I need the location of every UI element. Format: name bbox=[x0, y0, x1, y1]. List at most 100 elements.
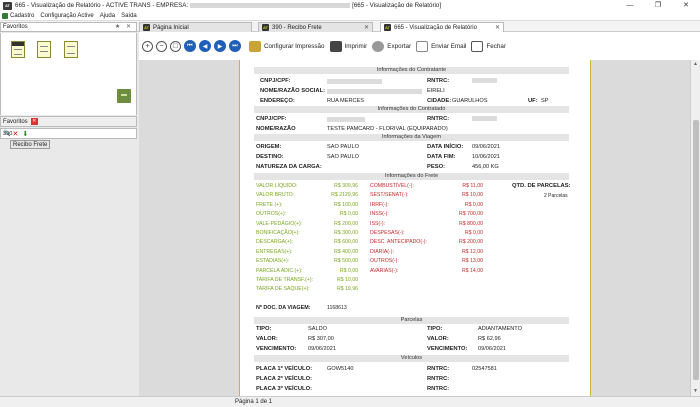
frete-debit-label: DESPESAS(-): bbox=[370, 230, 405, 236]
previous-page-icon[interactable]: ◀ bbox=[199, 40, 211, 52]
tab-label: 390 - Recibo Frete bbox=[272, 24, 322, 31]
viagem-destino-label: DESTINO: bbox=[256, 154, 284, 160]
first-page-icon[interactable]: ⏮ bbox=[184, 40, 196, 52]
viagem-natureza-label: NATUREZA DA CARGA: bbox=[256, 164, 322, 170]
menu-search: 🔍 390 ✕ ⬇ bbox=[0, 128, 137, 139]
zoom-in-icon[interactable]: + bbox=[142, 40, 153, 52]
close-report-button[interactable]: Fechar bbox=[471, 40, 506, 52]
config-print-button[interactable]: Configurar Impressão bbox=[249, 40, 325, 52]
title-bar: AT 665 - Visualização de Relatório - ACT… bbox=[0, 0, 700, 11]
print-label: Imprimir bbox=[344, 42, 368, 50]
frete-debit-label: ISS(-): bbox=[370, 220, 385, 227]
contratante-nome-suffix: EIRELI bbox=[427, 88, 445, 94]
print-button[interactable]: Imprimir bbox=[329, 40, 368, 52]
close-window-button[interactable]: ✕ bbox=[672, 0, 700, 11]
frete-debit-label: IRRF(-): bbox=[370, 201, 389, 208]
frete-credit-value: R$ 600,00 bbox=[334, 239, 358, 246]
search-result-item[interactable]: Recibo Frete bbox=[10, 140, 51, 149]
vertical-scrollbar[interactable]: ▲ ▼ bbox=[690, 60, 700, 396]
placa1: GOW5140 bbox=[327, 366, 354, 372]
arrow-down-icon[interactable]: ⬇ bbox=[22, 130, 28, 138]
frete-credit-value: R$ 2129,96 bbox=[331, 192, 358, 199]
viagem-data-fim: 10/06/2021 bbox=[472, 154, 500, 160]
tab-visualizacao-relatorio[interactable]: AT 665 - Visualização de Relatório ✕ bbox=[380, 22, 504, 32]
send-email-label: Enviar Email bbox=[431, 42, 467, 50]
viagem-peso: 456,00 KG bbox=[472, 164, 499, 170]
frete-credit-value: R$ 300,00 bbox=[334, 230, 358, 236]
send-email-button[interactable]: Enviar Email bbox=[416, 40, 467, 52]
favorites-tab[interactable]: Favoritos bbox=[3, 119, 28, 125]
viagem-destino: SAO PAULO bbox=[327, 154, 359, 160]
zoom-fit-icon[interactable]: □ bbox=[170, 40, 181, 52]
favorite-list-icon[interactable] bbox=[64, 41, 78, 58]
viagem-data-fim-label: DATA FIM: bbox=[427, 154, 456, 160]
close-door-icon bbox=[471, 40, 484, 52]
contratante-endereco-label: ENDEREÇO: bbox=[260, 98, 295, 104]
menu-cadastro[interactable]: Cadastro bbox=[2, 12, 34, 19]
redacted-value bbox=[472, 78, 497, 83]
app-icon: AT bbox=[3, 1, 12, 10]
frete-debit-value: R$ 800,00 bbox=[459, 220, 483, 227]
close-tab-icon[interactable]: ✕ bbox=[364, 24, 369, 31]
placa3-label: PLACA 3º VEÍCULO: bbox=[256, 386, 313, 392]
qtd-parcelas-label: QTD. DE PARCELAS: bbox=[512, 183, 571, 189]
doc-viagem: 1168613 bbox=[327, 305, 347, 311]
parcela2-tipo: ADIANTAMENTO bbox=[478, 326, 522, 332]
close-favorites-icon[interactable]: ✕ bbox=[30, 118, 38, 125]
scrollbar-thumb[interactable] bbox=[693, 120, 699, 380]
parcela1-tipo-label: TIPO: bbox=[256, 326, 272, 332]
placa2-label: PLACA 2º VEÍCULO: bbox=[256, 376, 313, 382]
rntrc3-label: RNTRC: bbox=[427, 386, 450, 392]
viagem-data-inicio: 09/06/2021 bbox=[472, 144, 500, 150]
contratado-cnpj-label: CNPJ/CPF: bbox=[256, 116, 287, 122]
next-page-icon[interactable]: ▶ bbox=[214, 40, 226, 52]
menu-configuracao[interactable]: Configuração Active bbox=[40, 13, 93, 19]
favorite-report-icon[interactable] bbox=[11, 41, 25, 58]
frete-credit-value: R$ 200,00 bbox=[334, 220, 358, 227]
favorites-header-controls[interactable]: ★ ✕ bbox=[115, 23, 133, 30]
minimize-button[interactable]: — bbox=[616, 0, 644, 11]
report-page: Informações do Contratante CNPJ/CPF: RNT… bbox=[239, 60, 591, 396]
window-title-suffix: [665 - Visualização de Relatório] bbox=[352, 2, 442, 9]
search-input[interactable]: 390 bbox=[3, 131, 12, 137]
qtd-parcelas: 2 Parcelas bbox=[544, 193, 568, 199]
clear-search-icon[interactable]: ✕ bbox=[12, 130, 18, 138]
favorite-document-icon[interactable] bbox=[37, 41, 51, 58]
tab-recibo-frete[interactable]: AT 390 - Recibo Frete ✕ bbox=[258, 22, 373, 32]
contratante-rntrc-label: RNTRC: bbox=[427, 78, 450, 84]
close-tab-icon[interactable]: ✕ bbox=[495, 24, 500, 31]
frete-credit-value: R$ 309,96 bbox=[334, 183, 358, 189]
frete-debit-label: AVARIAS(-): bbox=[370, 267, 399, 274]
parcela2-valor: R$ 62,96 bbox=[478, 336, 501, 342]
frete-debit-value: R$ 10,00 bbox=[461, 192, 483, 199]
contratante-uf-label: UF: bbox=[528, 98, 538, 104]
frete-credit-value: R$ 100,00 bbox=[334, 201, 358, 208]
frete-credit-value: R$ 500,00 bbox=[334, 258, 358, 265]
section-parcelas: Parcelas bbox=[254, 317, 569, 324]
favorites-tab-strip: Favoritos ✕ bbox=[0, 116, 137, 127]
contratado-nome-label: NOME/RAZÃO bbox=[256, 126, 296, 132]
favorites-header-label: Favoritos bbox=[3, 24, 28, 30]
menu-ajuda[interactable]: Ajuda bbox=[100, 13, 115, 19]
redacted-value bbox=[327, 79, 382, 84]
last-page-icon[interactable]: ⏭ bbox=[229, 40, 241, 52]
contratante-uf: SP bbox=[541, 98, 549, 104]
frete-debit-value: R$ 700,00 bbox=[459, 211, 483, 218]
frete-debit-value: R$ 14,00 bbox=[461, 267, 483, 274]
contratante-cidade: GUARULHOS bbox=[452, 98, 488, 104]
maximize-button[interactable]: ❐ bbox=[644, 0, 672, 11]
menu-saida[interactable]: Saída bbox=[121, 13, 137, 19]
frete-debit-value: R$ 200,00 bbox=[459, 239, 483, 246]
scroll-down-icon[interactable]: ▼ bbox=[693, 388, 698, 394]
parcela2-valor-label: VALOR: bbox=[427, 336, 449, 342]
export-button[interactable]: Exportar bbox=[372, 40, 411, 52]
tab-pagina-inicial[interactable]: AT Página Inicial bbox=[139, 22, 252, 32]
viagem-peso-label: PESO: bbox=[427, 164, 446, 170]
section-frete: Informações do Frete bbox=[254, 173, 569, 180]
scroll-up-icon[interactable]: ▲ bbox=[693, 61, 698, 67]
status-bar-left bbox=[0, 396, 139, 407]
tab-app-icon: AT bbox=[384, 24, 391, 31]
archive-drawer-icon[interactable] bbox=[117, 89, 131, 103]
redacted-company bbox=[190, 3, 351, 8]
zoom-out-icon[interactable]: − bbox=[156, 40, 167, 52]
